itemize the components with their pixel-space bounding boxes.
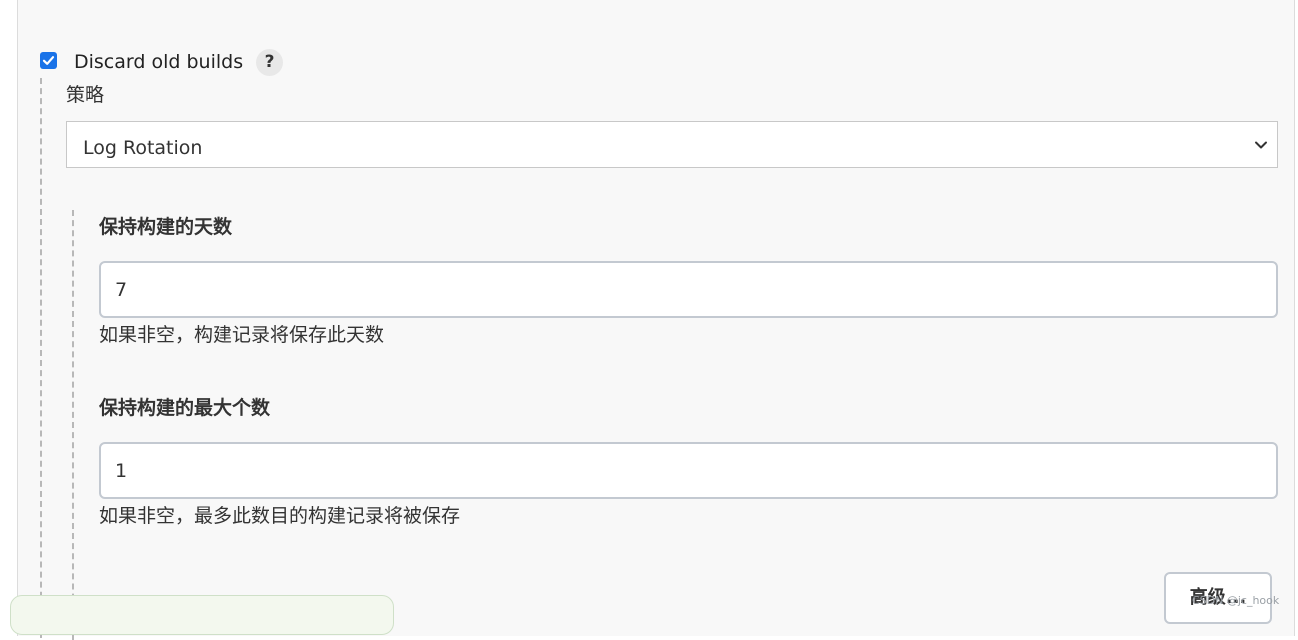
watermark: CSDN @jc_hook	[1192, 594, 1280, 607]
chevron-down-icon	[1255, 141, 1267, 149]
discard-old-builds-checkbox[interactable]	[40, 52, 57, 69]
section-indent-line	[40, 78, 42, 638]
config-panel	[17, 0, 1295, 636]
notification-bar	[10, 595, 394, 635]
strategy-select[interactable]: Log Rotation	[66, 121, 1278, 168]
max-builds-input[interactable]: 1	[99, 442, 1278, 499]
days-to-keep-value: 7	[115, 279, 128, 301]
days-to-keep-input[interactable]: 7	[99, 261, 1278, 318]
subsection-indent-line	[72, 210, 74, 640]
max-builds-help: 如果非空，最多此数目的构建记录将被保存	[99, 505, 461, 527]
checkmark-icon	[42, 56, 55, 65]
help-icon[interactable]: ?	[256, 49, 283, 76]
days-to-keep-help: 如果非空，构建记录将保存此天数	[99, 324, 385, 346]
discard-old-builds-label[interactable]: Discard old builds	[74, 49, 243, 75]
days-to-keep-label: 保持构建的天数	[99, 216, 233, 238]
max-builds-value: 1	[115, 460, 128, 482]
max-builds-label: 保持构建的最大个数	[99, 397, 271, 419]
strategy-selected-value: Log Rotation	[83, 137, 203, 159]
strategy-label: 策略	[66, 84, 105, 106]
